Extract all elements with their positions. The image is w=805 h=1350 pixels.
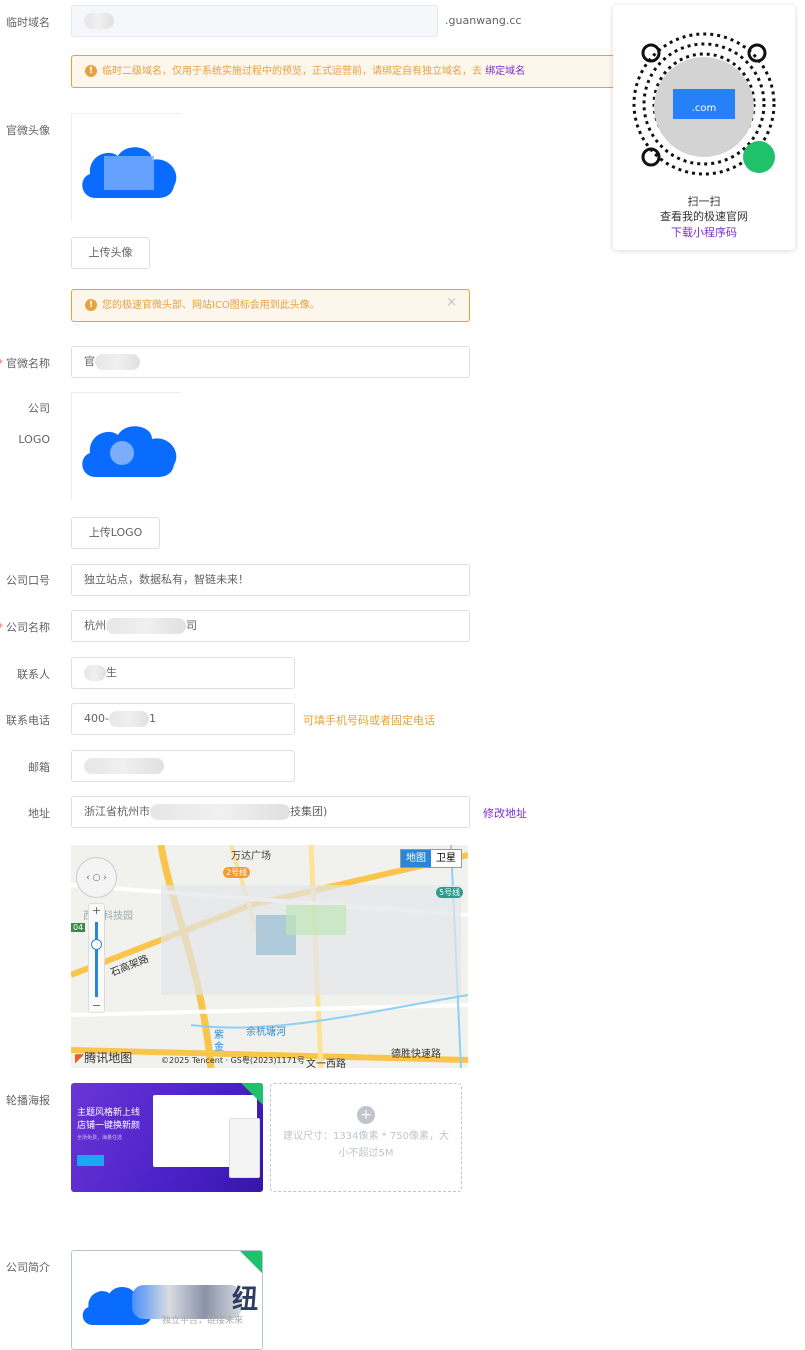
banner-poster[interactable]: 主题风格新上线 店铺一键换新颜 全场免费，海量任选 — [71, 1083, 263, 1192]
domain-suffix: .guanwang.cc — [445, 14, 522, 27]
cloud-logo-icon — [82, 147, 177, 198]
address-input[interactable]: 浙江省杭州市 技集团) — [71, 796, 470, 828]
map[interactable]: 万达广场 2号线 5号线 西溪科技园 04 石高架路 余杭塘河 紫金 文一西路 … — [71, 845, 468, 1068]
map-pan-control[interactable]: ‹ ○ › — [76, 857, 117, 898]
slogan-input[interactable]: 独立站点，数据私有，智链未来！ — [71, 564, 470, 596]
intro-label: 公司简介 — [6, 1261, 50, 1274]
wechat-name-input[interactable]: 官 — [71, 346, 470, 378]
domain-input[interactable] — [71, 5, 438, 37]
selected-check-icon — [240, 1251, 262, 1273]
metro-badge: 2号线 — [223, 867, 251, 878]
contact-input[interactable]: 生 — [71, 657, 295, 689]
warning-icon: ! — [85, 299, 97, 311]
qr-line-2: 查看我的极速官网 — [660, 210, 748, 223]
zoom-out-icon[interactable]: − — [89, 999, 104, 1012]
close-icon[interactable]: × — [446, 287, 457, 318]
zoom-handle[interactable] — [91, 939, 102, 950]
avatar-label: 官微头像 — [6, 124, 50, 137]
intro-image[interactable]: 纽 独立平台，链接未来 — [71, 1250, 263, 1350]
logo-label-1: 公司 — [28, 402, 50, 415]
email-label: 邮箱 — [28, 761, 50, 774]
map-mode-button[interactable]: 地图 — [401, 850, 431, 867]
banner-upload[interactable]: + 建议尺寸：1334像素 * 750像素，大小不超过5M — [270, 1083, 462, 1192]
company-input[interactable]: 杭州司 — [71, 610, 470, 642]
contact-label: 联系人 — [17, 668, 50, 681]
svg-text:.com: .com — [692, 103, 717, 114]
map-river-label: 余杭塘河 — [246, 1027, 286, 1038]
logo-label-2: LOGO — [18, 433, 50, 446]
logo-image — [71, 392, 181, 500]
phone-hint: 可填手机号码或者固定电话 — [303, 714, 435, 727]
map-type-switch: 地图 卫星 — [400, 849, 462, 868]
avatar-alert: ! 您的极速官微头部、网站ICO图标会用到此头像。 × — [71, 289, 470, 322]
avatar-image — [71, 113, 181, 221]
compass-icon: ◤ — [75, 1051, 85, 1065]
zoom-in-icon[interactable]: + — [89, 904, 104, 917]
warning-icon: ! — [85, 65, 97, 77]
phone-input[interactable]: 400- 1 — [71, 703, 295, 735]
phone-label: 联系电话 — [6, 714, 50, 727]
cloud-logo-icon — [82, 426, 177, 477]
domain-label: 临时域名 — [6, 16, 50, 29]
map-brand: ◤腾讯地图 — [75, 1051, 133, 1065]
map-road-label: 德胜快速路 — [391, 1049, 441, 1060]
edit-address-link[interactable]: 修改地址 — [483, 805, 527, 821]
qr-line-1: 扫一扫 — [687, 195, 721, 208]
map-place-label: 万达广场 — [231, 851, 271, 862]
metro-badge: 5号线 — [436, 887, 464, 898]
company-label: *公司名称 — [0, 621, 50, 634]
map-road-label: 文一西路 — [306, 1059, 346, 1068]
map-copyright: ©2025 Tencent · GS粤(2023)1171号 — [161, 1056, 305, 1065]
wechat-name-label: *官微名称 — [0, 357, 50, 370]
map-zoom-slider[interactable]: + − — [88, 903, 105, 1013]
satellite-mode-button[interactable]: 卫星 — [431, 850, 461, 867]
upload-avatar-button[interactable]: 上传头像 — [71, 237, 150, 269]
banner-label: 轮播海报 — [6, 1094, 50, 1107]
road-badge: 04 — [71, 923, 86, 932]
slogan-label: 公司口号 — [6, 574, 50, 587]
plus-icon: + — [357, 1106, 375, 1124]
map-place-label: 紫金 — [214, 1030, 224, 1053]
bind-domain-link[interactable]: 绑定域名 — [485, 66, 525, 77]
upload-logo-button[interactable]: 上传LOGO — [71, 517, 160, 549]
email-input[interactable] — [71, 750, 295, 782]
address-label: 地址 — [28, 807, 50, 820]
selected-check-icon — [241, 1083, 263, 1105]
domain-alert: ! 临时二级域名，仅用于系统实施过程中的预览，正式运营前，请绑定自有独立域名，去… — [71, 55, 631, 88]
mini-program-code[interactable]: .com — [621, 19, 787, 189]
qr-card: .com 扫一扫 查看我的极速官网 下载小程序码 — [613, 5, 795, 250]
download-qr-link[interactable]: 下载小程序码 — [613, 224, 795, 240]
